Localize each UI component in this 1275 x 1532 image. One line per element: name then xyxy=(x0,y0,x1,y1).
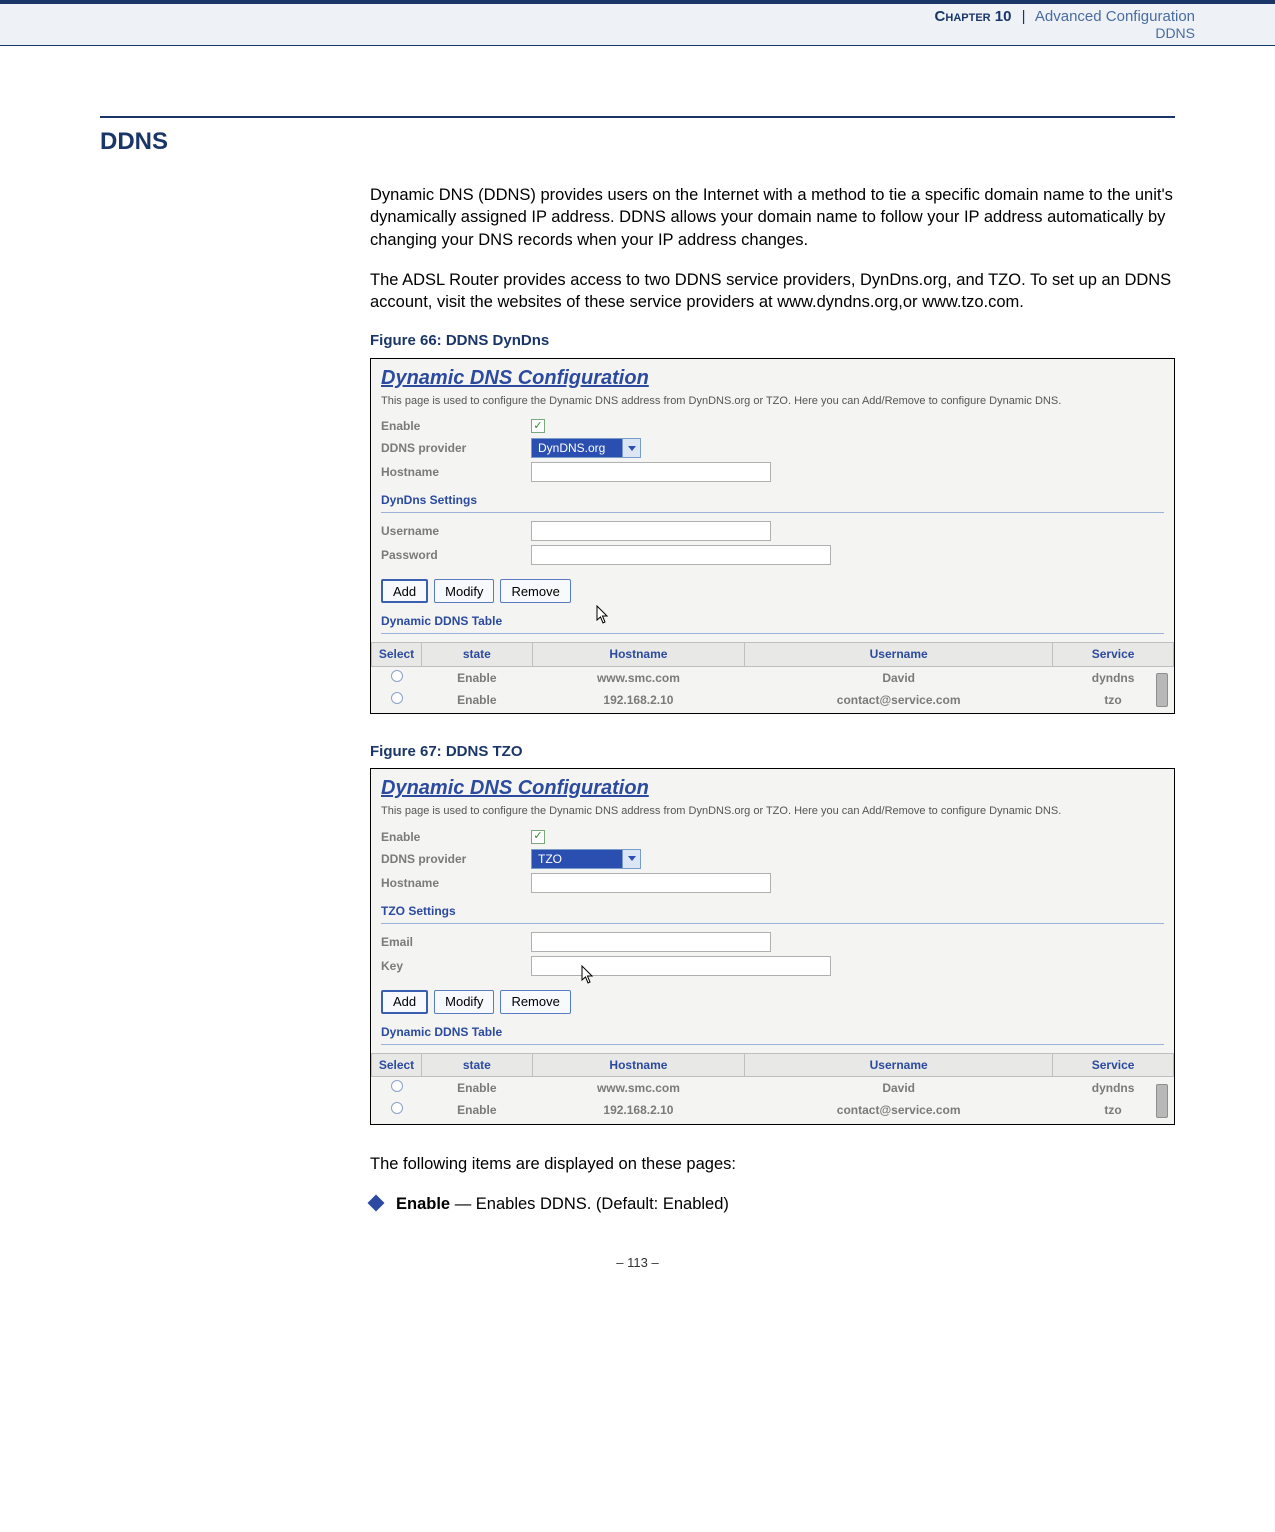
modify-button[interactable]: Modify xyxy=(434,579,494,603)
panel-title: Dynamic DNS Configuration xyxy=(381,365,1164,392)
tzo-settings-heading: TZO Settings xyxy=(381,903,1164,921)
settings-rule xyxy=(381,923,1164,924)
th-state: state xyxy=(422,1054,533,1077)
th-select: Select xyxy=(372,643,422,666)
header-divider: | xyxy=(1022,8,1026,25)
diamond-bullet-icon xyxy=(368,1194,385,1211)
row-radio[interactable] xyxy=(391,1080,403,1092)
enable-checkbox[interactable]: ✓ xyxy=(531,419,545,433)
items-intro: The following items are displayed on the… xyxy=(370,1153,1175,1175)
th-select: Select xyxy=(372,1054,422,1077)
modify-button[interactable]: Modify xyxy=(434,990,494,1014)
password-label: Password xyxy=(381,547,531,563)
header-subsection: DDNS xyxy=(0,25,1195,41)
provider-value: TZO xyxy=(538,851,562,867)
username-input[interactable] xyxy=(531,521,771,541)
dyndns-settings-heading: DynDns Settings xyxy=(381,492,1164,510)
bullet-label: Enable xyxy=(396,1195,450,1213)
remove-button[interactable]: Remove xyxy=(500,579,570,603)
chapter-title: Advanced Configuration xyxy=(1035,8,1195,25)
cell-hostname: www.smc.com xyxy=(532,666,745,689)
cell-hostname: 192.168.2.10 xyxy=(532,689,745,711)
bullet-desc: — Enables DDNS. (Default: Enabled) xyxy=(450,1195,729,1213)
figure-66-caption: Figure 66: DDNS DynDns xyxy=(370,331,1175,351)
panel-description: This page is used to configure the Dynam… xyxy=(381,804,1164,818)
bullet-text: Enable — Enables DDNS. (Default: Enabled… xyxy=(396,1193,729,1215)
cell-username: David xyxy=(745,666,1053,689)
password-input[interactable] xyxy=(531,545,831,565)
provider-select[interactable]: DynDNS.org xyxy=(531,438,641,458)
table-rule xyxy=(381,1044,1164,1045)
page-header: Chapter 10 | Advanced Configuration DDNS xyxy=(0,4,1275,45)
enable-checkbox[interactable]: ✓ xyxy=(531,830,545,844)
username-label: Username xyxy=(381,523,531,539)
ddns-table: Select state Hostname Username Service E… xyxy=(371,642,1174,711)
cell-state: Enable xyxy=(422,666,533,689)
cell-hostname: 192.168.2.10 xyxy=(532,1099,745,1121)
th-service: Service xyxy=(1053,1054,1174,1077)
ddns-table-heading: Dynamic DDNS Table xyxy=(381,1024,1164,1042)
figure-67-caption: Figure 67: DDNS TZO xyxy=(370,742,1175,762)
th-hostname: Hostname xyxy=(532,643,745,666)
panel-title: Dynamic DNS Configuration xyxy=(381,775,1164,802)
key-input[interactable] xyxy=(531,956,831,976)
cell-state: Enable xyxy=(422,1099,533,1121)
provider-label: DDNS provider xyxy=(381,851,531,867)
provider-value: DynDNS.org xyxy=(538,440,605,456)
hostname-input[interactable] xyxy=(531,462,771,482)
cell-username: contact@service.com xyxy=(745,689,1053,711)
cell-state: Enable xyxy=(422,1077,533,1100)
cell-username: contact@service.com xyxy=(745,1099,1053,1121)
section-rule xyxy=(100,116,1175,118)
key-label: Key xyxy=(381,958,531,974)
cell-username: David xyxy=(745,1077,1053,1100)
figure-66-screenshot: Dynamic DNS Configuration This page is u… xyxy=(370,358,1175,714)
provider-select[interactable]: TZO xyxy=(531,849,641,869)
row-radio[interactable] xyxy=(391,670,403,682)
hostname-input[interactable] xyxy=(531,873,771,893)
intro-paragraph-1: Dynamic DNS (DDNS) provides users on the… xyxy=(370,184,1175,251)
email-label: Email xyxy=(381,934,531,950)
enable-label: Enable xyxy=(381,829,531,845)
chevron-down-icon xyxy=(622,850,640,868)
th-service: Service xyxy=(1053,643,1174,666)
enable-label: Enable xyxy=(381,418,531,434)
figure-67-screenshot: Dynamic DNS Configuration This page is u… xyxy=(370,768,1175,1124)
bullet-item: Enable — Enables DDNS. (Default: Enabled… xyxy=(370,1193,1175,1215)
chevron-down-icon xyxy=(622,439,640,457)
panel-description: This page is used to configure the Dynam… xyxy=(381,394,1164,408)
add-button[interactable]: Add xyxy=(381,990,428,1014)
ddns-table: Select state Hostname Username Service E… xyxy=(371,1053,1174,1122)
th-username: Username xyxy=(745,643,1053,666)
section-heading: DDNS xyxy=(100,128,1175,156)
add-button[interactable]: Add xyxy=(381,579,428,603)
th-state: state xyxy=(422,643,533,666)
table-row: Enable 192.168.2.10 contact@service.com … xyxy=(372,689,1174,711)
page-number: – 113 – xyxy=(100,1255,1175,1270)
row-radio[interactable] xyxy=(391,1102,403,1114)
hostname-label: Hostname xyxy=(381,464,531,480)
scrollbar-thumb[interactable] xyxy=(1156,1084,1168,1118)
th-username: Username xyxy=(745,1054,1053,1077)
chapter-label: Chapter 10 xyxy=(935,8,1012,25)
table-rule xyxy=(381,633,1164,634)
scrollbar-thumb[interactable] xyxy=(1156,673,1168,707)
ddns-table-heading: Dynamic DDNS Table xyxy=(381,613,1164,631)
row-radio[interactable] xyxy=(391,692,403,704)
table-row: Enable 192.168.2.10 contact@service.com … xyxy=(372,1099,1174,1121)
th-hostname: Hostname xyxy=(532,1054,745,1077)
email-input[interactable] xyxy=(531,932,771,952)
provider-label: DDNS provider xyxy=(381,440,531,456)
cell-state: Enable xyxy=(422,689,533,711)
hostname-label: Hostname xyxy=(381,875,531,891)
table-row: Enable www.smc.com David dyndns xyxy=(372,666,1174,689)
intro-paragraph-2: The ADSL Router provides access to two D… xyxy=(370,269,1175,314)
settings-rule xyxy=(381,512,1164,513)
table-row: Enable www.smc.com David dyndns xyxy=(372,1077,1174,1100)
remove-button[interactable]: Remove xyxy=(500,990,570,1014)
cell-hostname: www.smc.com xyxy=(532,1077,745,1100)
